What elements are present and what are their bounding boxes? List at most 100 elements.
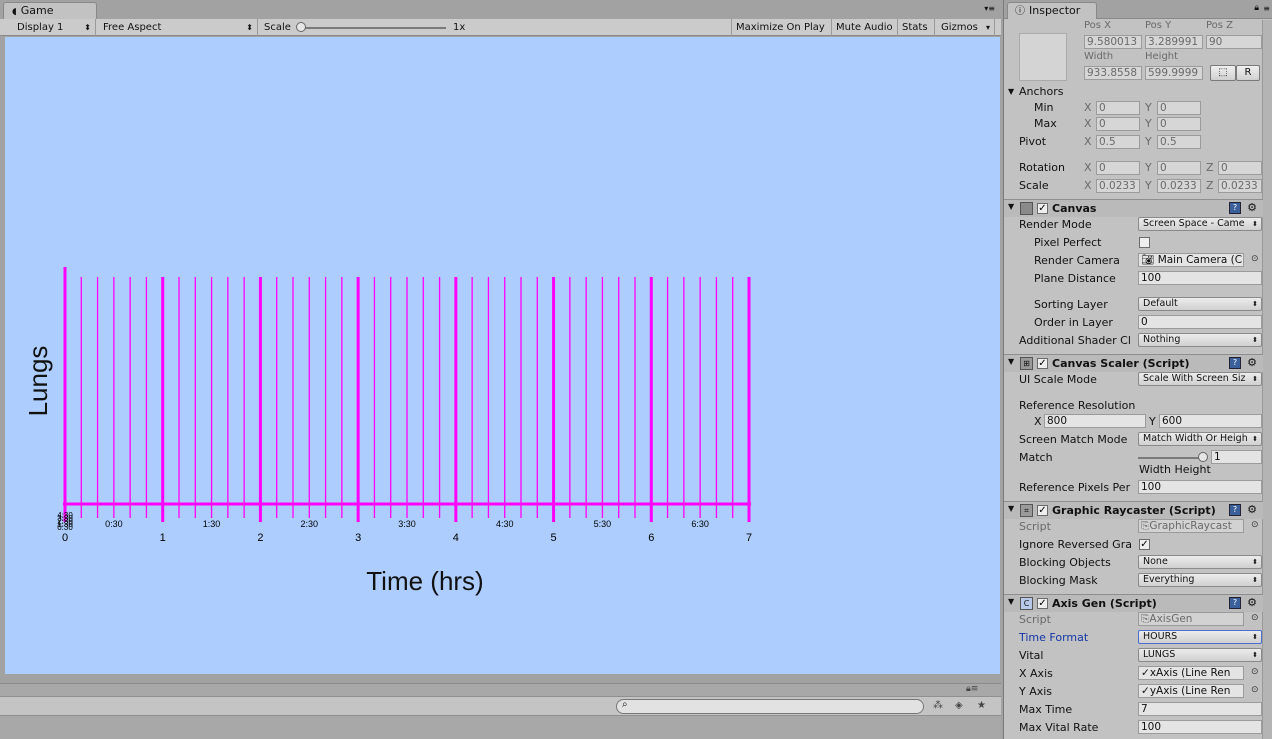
- help-icon[interactable]: ?: [1229, 202, 1241, 214]
- render-mode-label: Render Mode: [1019, 218, 1092, 231]
- x-half-tick-label: 3:30: [398, 519, 416, 529]
- object-picker-icon[interactable]: ⊙: [1251, 667, 1259, 677]
- foldout-arrow-icon[interactable]: ▼: [1008, 202, 1014, 211]
- additional-shader-dropdown[interactable]: Nothing ⬍: [1138, 333, 1262, 347]
- axis-gen-script-value: AxisGen: [1149, 613, 1193, 625]
- axis-gen-component-header[interactable]: ▼ C ✓ Axis Gen (Script) ? ⚙: [1004, 594, 1263, 612]
- pivot-x-field[interactable]: 0.5: [1096, 135, 1140, 149]
- graphic-raycaster-component-header[interactable]: ▼ ⌗ ✓ Graphic Raycaster (Script) ? ⚙: [1004, 501, 1263, 519]
- foldout-arrow-icon[interactable]: ▼: [1008, 357, 1014, 366]
- y-axis-field[interactable]: ✓yAxis (Line Ren: [1138, 684, 1244, 698]
- lock-icon[interactable]: 🔒︎: [1254, 3, 1259, 13]
- tab-inspector[interactable]: ⓘ Inspector: [1007, 2, 1097, 19]
- scale-x-field[interactable]: 0.0233: [1096, 179, 1140, 193]
- x-label: X: [1084, 117, 1092, 130]
- foldout-arrow-icon[interactable]: ▼: [1008, 504, 1014, 513]
- ignore-reversed-checkbox[interactable]: ✓: [1139, 539, 1150, 550]
- height-field[interactable]: 599.9999: [1145, 66, 1203, 80]
- x-axis-field[interactable]: ✓xAxis (Line Ren: [1138, 666, 1244, 680]
- gear-icon[interactable]: ⚙: [1247, 356, 1257, 369]
- pivot-y-field[interactable]: 0.5: [1157, 135, 1201, 149]
- vital-value: LUNGS: [1143, 649, 1176, 660]
- scale-slider-thumb[interactable]: [296, 22, 306, 32]
- inspector-scrollbar[interactable]: [1262, 20, 1272, 739]
- render-camera-field[interactable]: 📷︎ Main Camera (C: [1138, 253, 1244, 267]
- reference-pixels-field[interactable]: 100: [1138, 480, 1262, 494]
- help-icon[interactable]: ?: [1229, 504, 1241, 516]
- axis-gen-enabled-checkbox[interactable]: ✓: [1037, 598, 1048, 609]
- reference-resolution-x-field[interactable]: 800: [1044, 414, 1146, 428]
- canvas-enabled-checkbox[interactable]: ✓: [1037, 203, 1048, 214]
- max-time-field[interactable]: 7: [1138, 702, 1262, 716]
- match-slider-track[interactable]: [1138, 457, 1204, 459]
- anchor-max-x-field[interactable]: 0: [1096, 117, 1140, 131]
- console-search-input[interactable]: ⌕: [616, 699, 924, 714]
- vital-dropdown[interactable]: LUNGS ⬍: [1138, 648, 1262, 662]
- raw-edit-button[interactable]: R: [1236, 65, 1260, 81]
- rotation-label: Rotation: [1019, 161, 1066, 174]
- scale-slider-track[interactable]: [300, 27, 446, 29]
- canvas-scaler-enabled-checkbox[interactable]: ✓: [1037, 358, 1048, 369]
- panel-menu-icon[interactable]: ▾≡: [984, 4, 995, 13]
- layers-icon[interactable]: ⁂: [933, 700, 943, 711]
- render-mode-dropdown[interactable]: Screen Space - Came ⬍: [1138, 217, 1262, 231]
- x-label: X: [1084, 101, 1092, 114]
- display-dropdown[interactable]: Display 1 ⬍: [11, 19, 96, 36]
- lock-icon[interactable]: 🔒︎≡: [966, 684, 978, 694]
- canvas-scaler-component-header[interactable]: ▼ ⊞ ✓ Canvas Scaler (Script) ? ⚙: [1004, 354, 1263, 372]
- ui-scale-mode-dropdown[interactable]: Scale With Screen Siz ⬍: [1138, 372, 1262, 386]
- pos-y-field[interactable]: 3.289991: [1145, 35, 1203, 49]
- scale-y-field[interactable]: 0.0233: [1157, 179, 1201, 193]
- pos-x-field[interactable]: 9.580013: [1084, 35, 1142, 49]
- y-label: Y: [1145, 101, 1152, 114]
- tag-icon[interactable]: ◈: [955, 700, 963, 711]
- foldout-arrow-icon[interactable]: ▼: [1008, 597, 1014, 606]
- blueprint-mode-button[interactable]: ⬚: [1210, 65, 1236, 81]
- help-icon[interactable]: ?: [1229, 357, 1241, 369]
- pixel-perfect-checkbox[interactable]: [1139, 237, 1150, 248]
- object-picker-icon[interactable]: ⊙: [1251, 685, 1259, 695]
- blocking-mask-dropdown[interactable]: Everything ⬍: [1138, 573, 1262, 587]
- render-mode-value: Screen Space - Came: [1143, 218, 1245, 229]
- match-slider-thumb[interactable]: [1198, 452, 1208, 462]
- gear-icon[interactable]: ⚙: [1247, 503, 1257, 516]
- object-picker-icon[interactable]: ⊙: [1251, 254, 1259, 264]
- sorting-layer-dropdown[interactable]: Default ⬍: [1138, 297, 1262, 311]
- rotation-z-field[interactable]: 0: [1218, 161, 1262, 175]
- anchor-min-x-field[interactable]: 0: [1096, 101, 1140, 115]
- width-field[interactable]: 933.8558: [1084, 66, 1142, 80]
- panel-menu-icon[interactable]: ≡: [1263, 4, 1270, 13]
- stats-toggle[interactable]: Stats: [898, 19, 935, 36]
- gear-icon[interactable]: ⚙: [1247, 596, 1257, 609]
- star-icon[interactable]: ★: [977, 700, 986, 711]
- scale-z-field[interactable]: 0.0233: [1218, 179, 1262, 193]
- screen-match-mode-dropdown[interactable]: Match Width Or Heigh ⬍: [1138, 432, 1262, 446]
- plane-distance-field[interactable]: 100: [1138, 271, 1262, 285]
- tab-game[interactable]: ◖ Game: [3, 2, 97, 19]
- rotation-y-field[interactable]: 0: [1157, 161, 1201, 175]
- gear-icon[interactable]: ⚙: [1247, 201, 1257, 214]
- anchor-max-y-field[interactable]: 0: [1157, 117, 1201, 131]
- mute-audio-toggle[interactable]: Mute Audio: [832, 19, 898, 36]
- rotation-x-field[interactable]: 0: [1096, 161, 1140, 175]
- reference-resolution-y-field[interactable]: 600: [1159, 414, 1262, 428]
- time-format-dropdown[interactable]: HOURS ⬍: [1138, 630, 1262, 644]
- gizmos-dropdown[interactable]: Gizmos ▾: [935, 19, 995, 36]
- foldout-arrow-icon[interactable]: ▼: [1008, 87, 1014, 96]
- game-viewport[interactable]: 0 1 2 3 4 5 6 7 0:30 1:30 2:30 3:30 4:30 5:30 6:30 4:30…: [5, 37, 1000, 674]
- maximize-on-play-toggle[interactable]: Maximize On Play: [732, 19, 832, 36]
- render-camera-value: Main Camera (C: [1157, 254, 1243, 266]
- match-value-field[interactable]: 1: [1211, 450, 1262, 464]
- axis-gen-script-field: ⎘AxisGen: [1138, 612, 1244, 626]
- order-in-layer-field[interactable]: 0: [1138, 315, 1262, 329]
- aspect-dropdown[interactable]: Free Aspect ⬍: [97, 19, 258, 36]
- graphic-raycaster-enabled-checkbox[interactable]: ✓: [1037, 505, 1048, 516]
- anchor-min-y-field[interactable]: 0: [1157, 101, 1201, 115]
- help-icon[interactable]: ?: [1229, 597, 1241, 609]
- scale-value: 1x: [453, 22, 466, 33]
- anchor-preset-icon[interactable]: [1019, 33, 1067, 81]
- pos-z-field[interactable]: 90: [1206, 35, 1262, 49]
- canvas-component-header[interactable]: ▼ ✓ Canvas ? ⚙: [1004, 199, 1263, 217]
- blocking-objects-dropdown[interactable]: None ⬍: [1138, 555, 1262, 569]
- max-vital-rate-field[interactable]: 100: [1138, 720, 1262, 734]
